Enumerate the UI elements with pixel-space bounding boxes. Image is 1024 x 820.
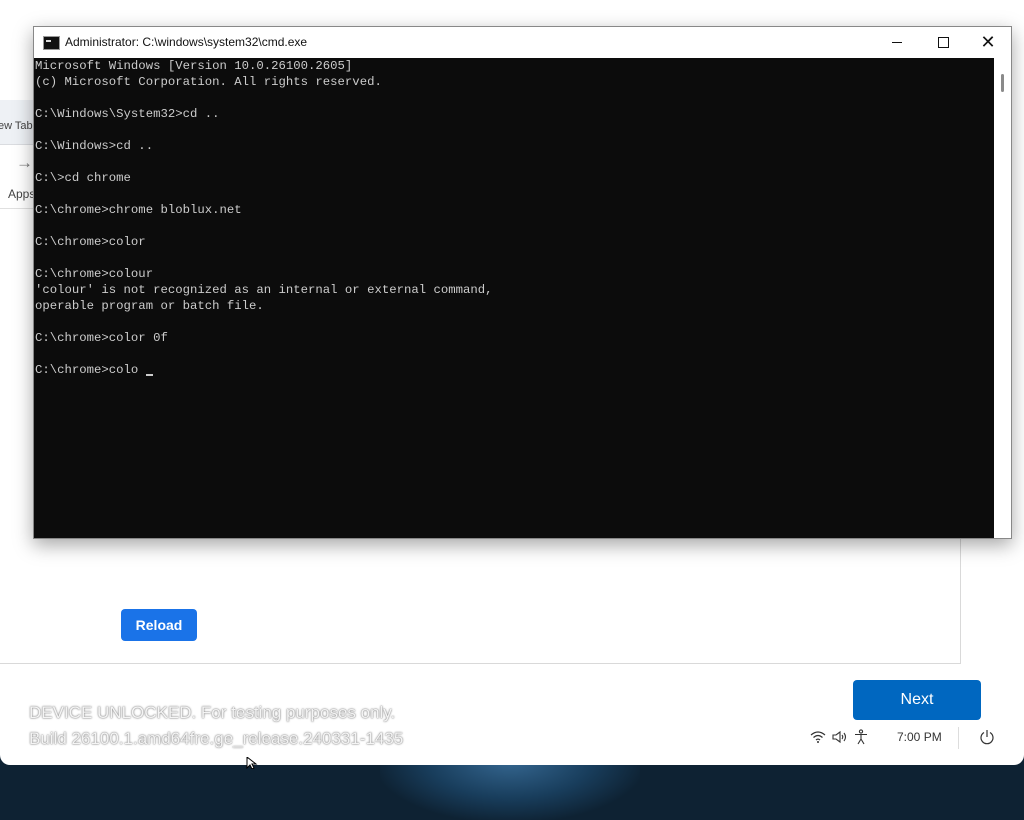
- volume-icon[interactable]: [831, 728, 847, 746]
- device-unlocked-watermark: DEVICE UNLOCKED. For testing purposes on…: [29, 700, 403, 752]
- console-line: C:\>cd chrome: [35, 171, 131, 185]
- wifi-icon[interactable]: [810, 728, 826, 746]
- console-line: C:\chrome>colo: [35, 362, 995, 378]
- scrollbar[interactable]: [994, 58, 1011, 538]
- browser-tab-label: ew Tab: [0, 120, 33, 132]
- console-line: C:\chrome>color: [35, 235, 146, 249]
- clock: 7:00 PM: [897, 730, 942, 744]
- minimize-button[interactable]: [874, 27, 920, 58]
- panel-corner: [1010, 0, 1024, 14]
- console-line: C:\chrome>color 0f: [35, 331, 168, 345]
- close-icon: ✕: [980, 31, 996, 53]
- mouse-pointer-icon: [246, 757, 258, 769]
- console-line: (c) Microsoft Corporation. All rights re…: [35, 75, 382, 89]
- cmd-window[interactable]: Administrator: C:\windows\system32\cmd.e…: [33, 26, 1012, 539]
- toolbar-divider: [0, 208, 36, 209]
- minimize-icon: [892, 42, 902, 43]
- console-line: C:\Windows\System32>cd ..: [35, 107, 220, 121]
- apps-shortcut[interactable]: Apps: [8, 187, 35, 201]
- device-note-line2: Build 26100.1.amd64fre.ge_release.240331…: [29, 729, 404, 748]
- console-line: C:\chrome>chrome bloblux.net: [35, 203, 242, 217]
- maximize-icon: [937, 37, 949, 48]
- console-line: operable program or batch file.: [35, 299, 264, 313]
- tray-divider: [958, 727, 959, 749]
- device-note-line1: DEVICE UNLOCKED. For testing purposes on…: [29, 703, 396, 722]
- console-line: C:\Windows>cd ..: [35, 139, 154, 153]
- text-cursor: [145, 374, 153, 376]
- power-icon[interactable]: [978, 728, 996, 746]
- next-button[interactable]: Next: [853, 680, 981, 720]
- scrollbar-thumb[interactable]: [1001, 74, 1004, 92]
- console-line: 'colour' is not recognized as an interna…: [35, 283, 493, 297]
- cmd-app-icon: [43, 36, 60, 50]
- browser-tab[interactable]: ew Tab: [0, 100, 36, 145]
- accessibility-icon[interactable]: [853, 728, 869, 746]
- arrow-right-icon[interactable]: →: [16, 153, 33, 173]
- cmd-window-title: Administrator: C:\windows\system32\cmd.e…: [65, 35, 308, 49]
- console-output[interactable]: Microsoft Windows [Version 10.0.26100.26…: [34, 58, 995, 538]
- panel-corner: [0, 0, 14, 14]
- cmd-titlebar[interactable]: Administrator: C:\windows\system32\cmd.e…: [34, 27, 1011, 58]
- close-button[interactable]: ✕: [965, 27, 1011, 58]
- console-line: C:\chrome>colour: [35, 267, 154, 281]
- console-line: Microsoft Windows [Version 10.0.26100.26…: [35, 59, 353, 73]
- maximize-button[interactable]: [920, 27, 966, 58]
- reload-button[interactable]: Reload: [121, 609, 197, 641]
